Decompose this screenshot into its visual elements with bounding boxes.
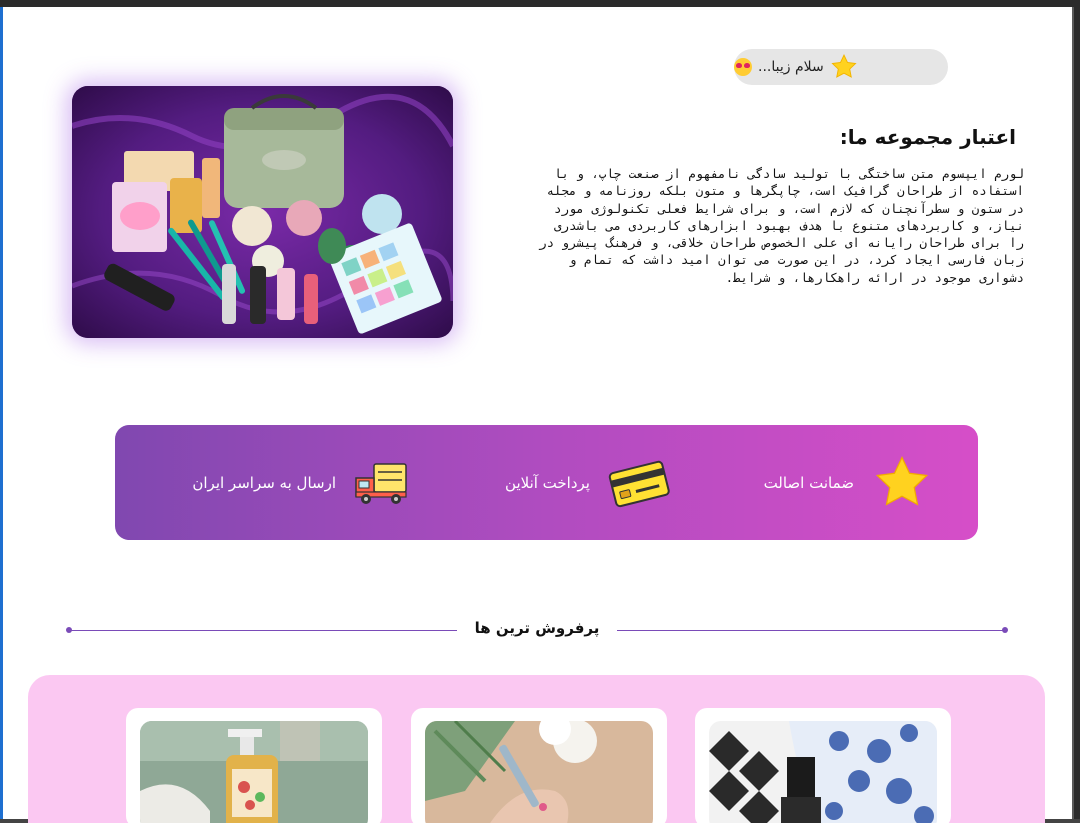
- window-left-edge: [0, 7, 3, 823]
- window-top-bar: [0, 0, 1080, 7]
- feature-label: پرداخت آنلاین: [505, 473, 590, 492]
- about-title: اعتبار مجموعه ما:: [839, 125, 1016, 149]
- product-card[interactable]: [411, 708, 667, 823]
- product-image[interactable]: [425, 721, 653, 823]
- bestsellers-products: [28, 675, 1045, 823]
- feature-label: ارسال به سراسر ایران: [192, 473, 336, 492]
- star-icon: [831, 54, 857, 78]
- credit-card-icon: [608, 460, 670, 507]
- hero-image: [72, 86, 453, 338]
- feature-nationwide-shipping: ارسال به سراسر ایران: [192, 425, 408, 540]
- star-icon: [875, 455, 929, 506]
- delivery-truck-icon: [355, 462, 407, 504]
- divider-dot: [1002, 627, 1008, 633]
- greeting-badge: سلام زیبا...: [734, 49, 948, 85]
- divider-line: [617, 630, 1005, 631]
- page: سلام زیبا... اعتبار مجموعه ما: لورم ایپس…: [0, 0, 1080, 823]
- perfume-bottle-photo: [709, 721, 937, 823]
- section-title: پرفروش ترین ها: [474, 619, 600, 637]
- makeup-brush-photo: [425, 721, 653, 823]
- scrollbar[interactable]: [1072, 7, 1080, 823]
- bestsellers-heading: پرفروش ترین ها: [66, 615, 1008, 645]
- feature-authenticity: ضمانت اصالت: [764, 425, 932, 540]
- heart-eyes-emoji-icon: [734, 58, 752, 76]
- cosmetics-photo: [72, 86, 453, 338]
- feature-label: ضمانت اصالت: [763, 473, 854, 492]
- feature-online-payment: پرداخت آنلاین: [505, 425, 670, 540]
- lotion-bottle-photo: [140, 721, 368, 823]
- about-paragraph: لورم ایپسوم متن ساختگی با تولید سادگی نا…: [539, 166, 1024, 285]
- product-image[interactable]: [709, 721, 937, 823]
- product-image[interactable]: [140, 721, 368, 823]
- product-card[interactable]: [126, 708, 382, 823]
- greeting-text: سلام زیبا...: [758, 59, 824, 75]
- product-card[interactable]: [695, 708, 951, 823]
- features-banner: ضمانت اصالت پرداخت آنلاین ارسال به سراسر…: [115, 425, 978, 540]
